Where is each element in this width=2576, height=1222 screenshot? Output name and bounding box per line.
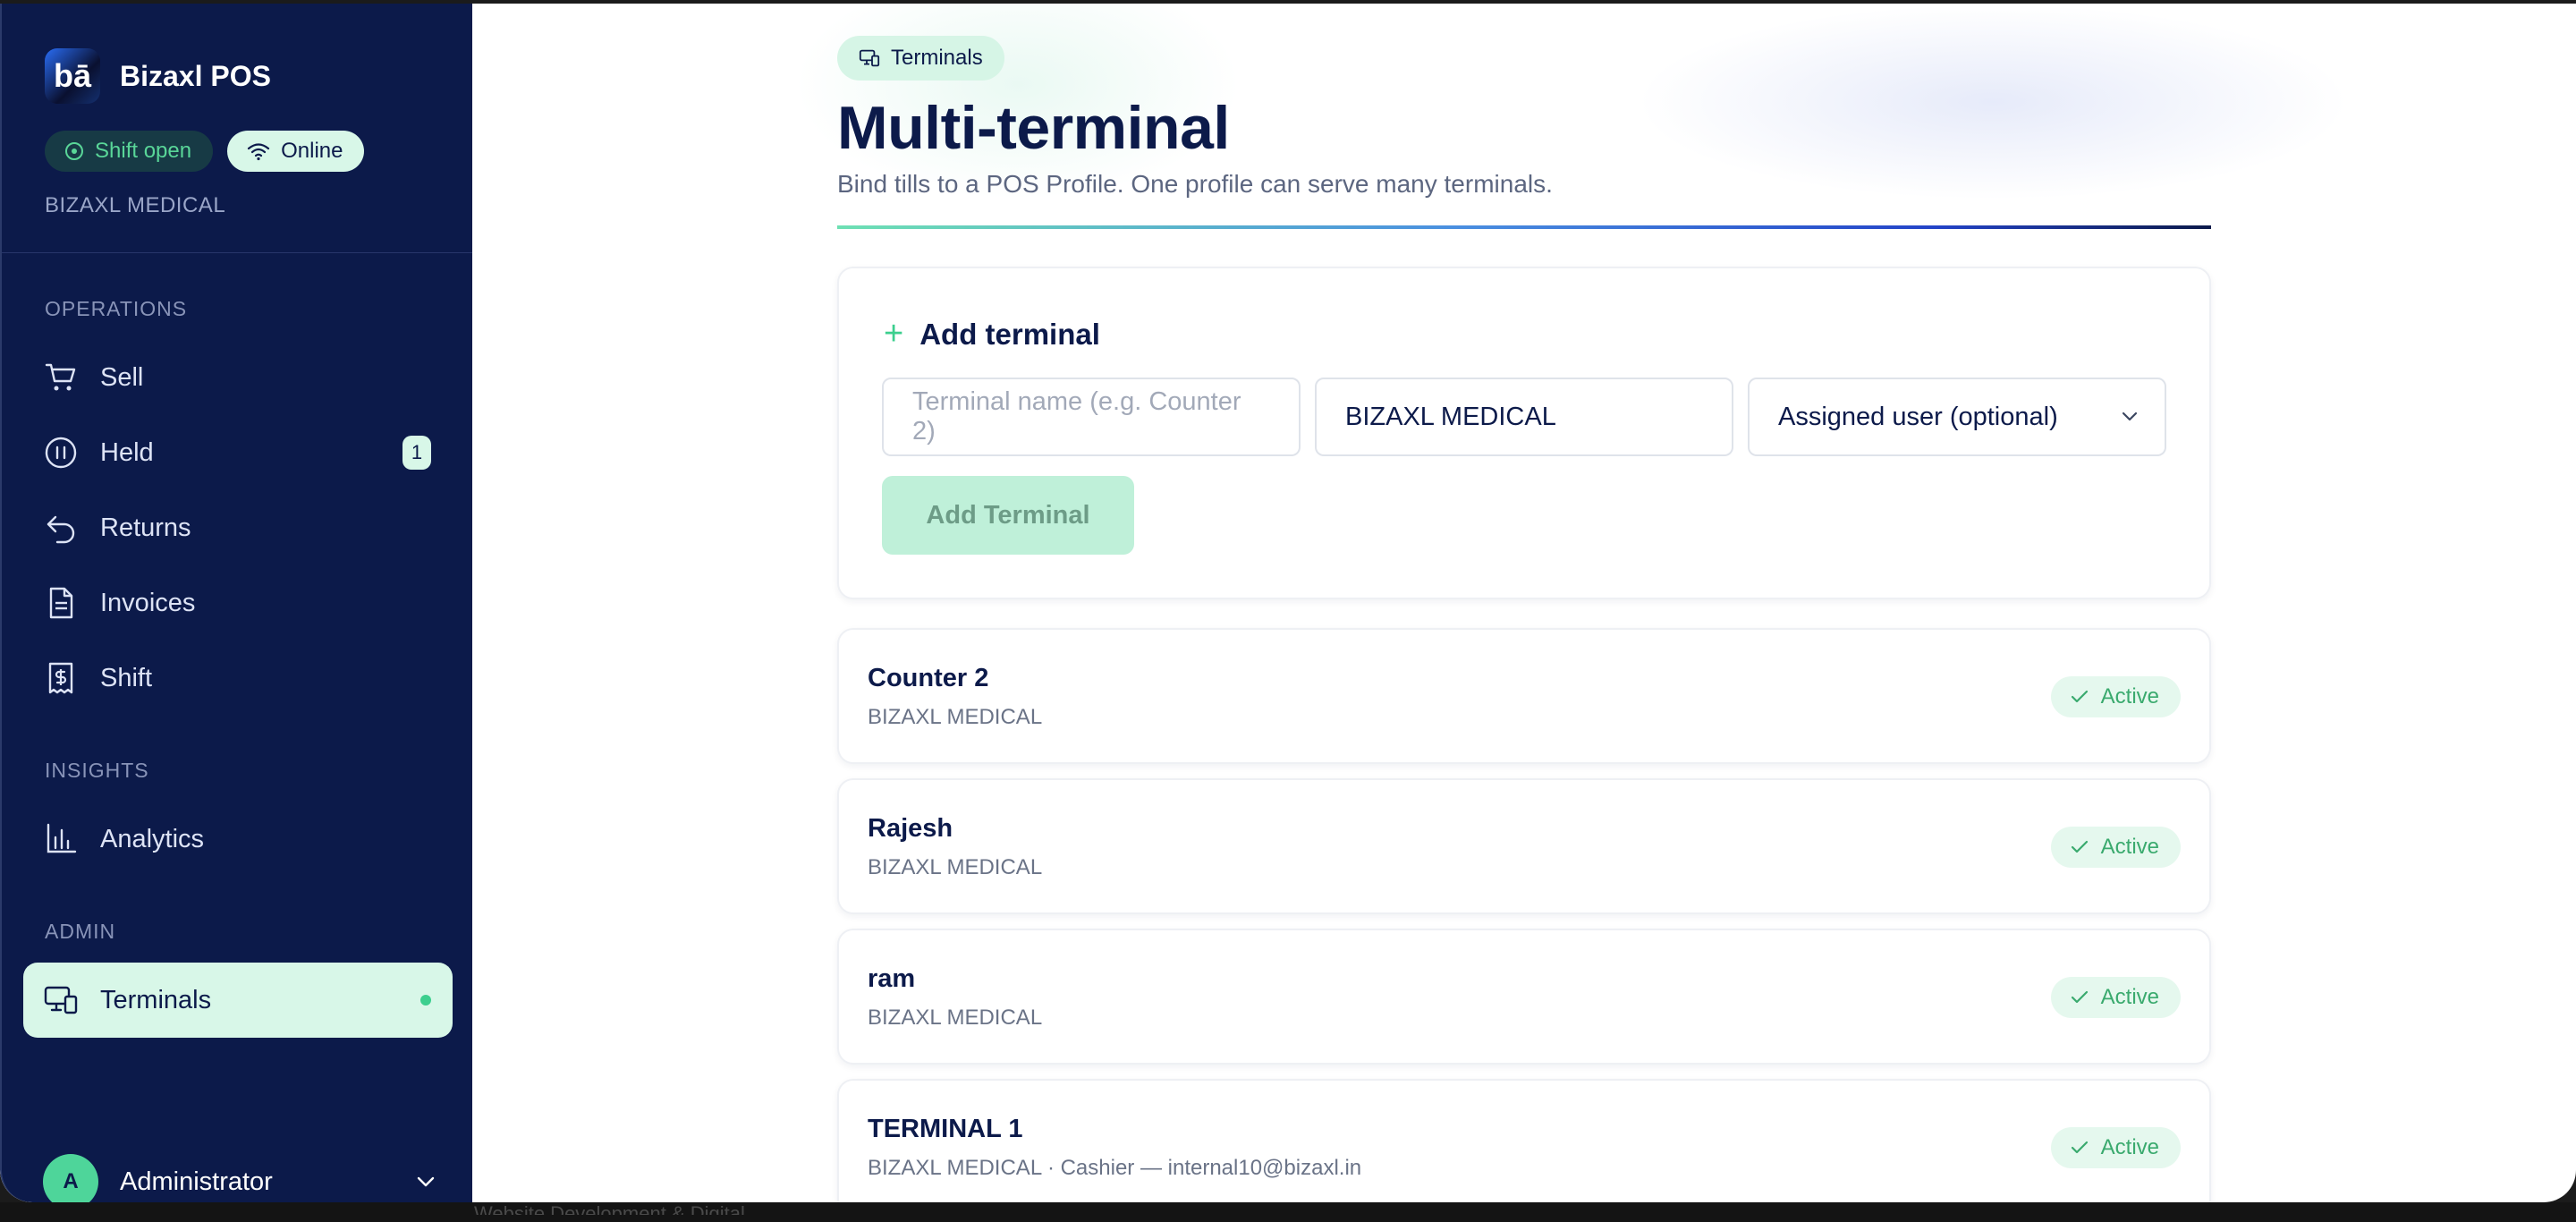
sidebar-item-terminals[interactable]: Terminals [23,963,453,1038]
gradient-divider [837,225,2211,229]
terminal-card[interactable]: Rajesh BIZAXL MEDICAL Active [837,778,2211,914]
status-label: Active [2100,1135,2159,1159]
status-badge: Active [2050,676,2181,717]
page-chip-label: Terminals [891,46,983,70]
terminal-name: Counter 2 [868,664,989,692]
terminal-detail: BIZAXL MEDICAL · Cashier — internal10@bi… [868,1156,1362,1180]
receipt-dollar-icon [48,662,73,694]
online-status-label: Online [281,139,343,163]
plus-icon: + [884,315,904,352]
sidebar-item-label: Invoices [100,588,196,617]
status-label: Active [2100,835,2159,859]
brand[interactable]: bā Bizaxl POS [45,48,271,104]
pause-icon [45,437,77,469]
section-operations: OPERATIONS [45,297,188,320]
devices-icon [44,986,78,1014]
online-status-badge[interactable]: Online [227,131,365,172]
avatar: A [43,1154,98,1202]
sidebar-item-label: Analytics [100,824,205,853]
brand-logo: bā [45,48,100,104]
check-icon [2071,1141,2088,1154]
terminal-name: Rajesh [868,814,953,843]
header-glow-right [1635,4,2351,200]
check-icon [2071,690,2088,703]
sidebar: bā Bizaxl POS Shift open Online BIZAXL M… [0,4,472,1202]
terminal-name-input[interactable]: Terminal name (e.g. Counter 2) [882,378,1301,456]
check-icon [2071,990,2088,1004]
add-terminal-heading: + Add terminal [884,315,1100,353]
company-name: BIZAXL MEDICAL [45,193,226,217]
terminal-card[interactable]: TERMINAL 1 BIZAXL MEDICAL · Cashier — in… [837,1079,2211,1202]
devices-icon [859,49,880,67]
add-terminal-card: + Add terminal Terminal name (e.g. Count… [837,267,2211,599]
cart-icon [45,363,76,391]
assigned-user-select[interactable]: Assigned user (optional) [1748,378,2166,456]
terminal-detail: BIZAXL MEDICAL [868,1006,1043,1030]
section-insights: INSIGHTS [45,759,149,782]
app-window: bā Bizaxl POS Shift open Online BIZAXL M… [0,4,2576,1202]
brand-name: Bizaxl POS [120,59,271,92]
undo-icon [47,515,75,544]
sidebar-item-analytics[interactable]: Analytics [23,802,453,877]
status-badge: Active [2050,1127,2181,1168]
user-name: Administrator [120,1167,273,1196]
shift-status-badge[interactable]: Shift open [45,131,214,172]
status-badge: Active [2050,977,2181,1018]
add-terminal-button[interactable]: Add Terminal [882,476,1134,555]
check-icon [2071,840,2088,853]
sidebar-item-label: Held [100,437,154,467]
terminal-name: TERMINAL 1 [868,1115,1023,1143]
background-strip: Website Development & Digital... [0,1202,2576,1222]
sidebar-item-invoices[interactable]: Invoices [23,565,453,641]
terminal-detail: BIZAXL MEDICAL [868,855,1043,879]
status-pills: Shift open Online [45,131,365,172]
status-label: Active [2100,985,2159,1009]
document-icon [49,587,73,619]
add-terminal-title: Add terminal [919,317,1100,351]
bar-chart-icon [47,823,77,853]
sidebar-item-returns[interactable]: Returns [23,490,453,565]
sidebar-item-label: Sell [100,362,144,392]
pos-profile-field[interactable]: BIZAXL MEDICAL [1315,378,1733,456]
sidebar-divider [2,252,472,253]
sidebar-item-sell[interactable]: Sell [23,340,453,415]
assigned-user-value: Assigned user (optional) [1778,402,2058,431]
page-subtitle: Bind tills to a POS Profile. One profile… [837,170,1553,198]
active-indicator-dot [420,995,431,1006]
status-badge: Active [2050,827,2181,868]
section-admin: ADMIN [45,920,116,943]
sidebar-item-label: Terminals [100,985,212,1014]
sidebar-item-held[interactable]: Held 1 [23,415,453,490]
terminal-card[interactable]: Counter 2 BIZAXL MEDICAL Active [837,628,2211,764]
terminal-name: ram [868,964,916,993]
terminal-name-placeholder: Terminal name (e.g. Counter 2) [912,387,1241,446]
background-text: Website Development & Digital... [474,1202,762,1215]
chevron-down-icon [417,1176,435,1187]
terminal-card[interactable]: ram BIZAXL MEDICAL Active [837,929,2211,1065]
pos-profile-value: BIZAXL MEDICAL [1345,402,1556,431]
sidebar-item-shift[interactable]: Shift [23,641,453,716]
chevron-down-icon [2122,412,2138,421]
shift-status-label: Shift open [95,139,192,163]
status-label: Active [2100,684,2159,709]
sidebar-item-label: Returns [100,513,191,542]
terminal-detail: BIZAXL MEDICAL [868,705,1043,729]
page-title: Multi-terminal [837,94,1230,162]
clock-circle-icon [65,142,83,160]
held-count-badge: 1 [402,436,431,470]
sidebar-item-label: Shift [100,663,153,692]
wifi-icon [247,143,270,161]
user-menu[interactable]: A Administrator [43,1154,436,1202]
main-content: Terminals Multi-terminal Bind tills to a… [472,4,2576,1202]
page-chip: Terminals [837,36,1004,81]
